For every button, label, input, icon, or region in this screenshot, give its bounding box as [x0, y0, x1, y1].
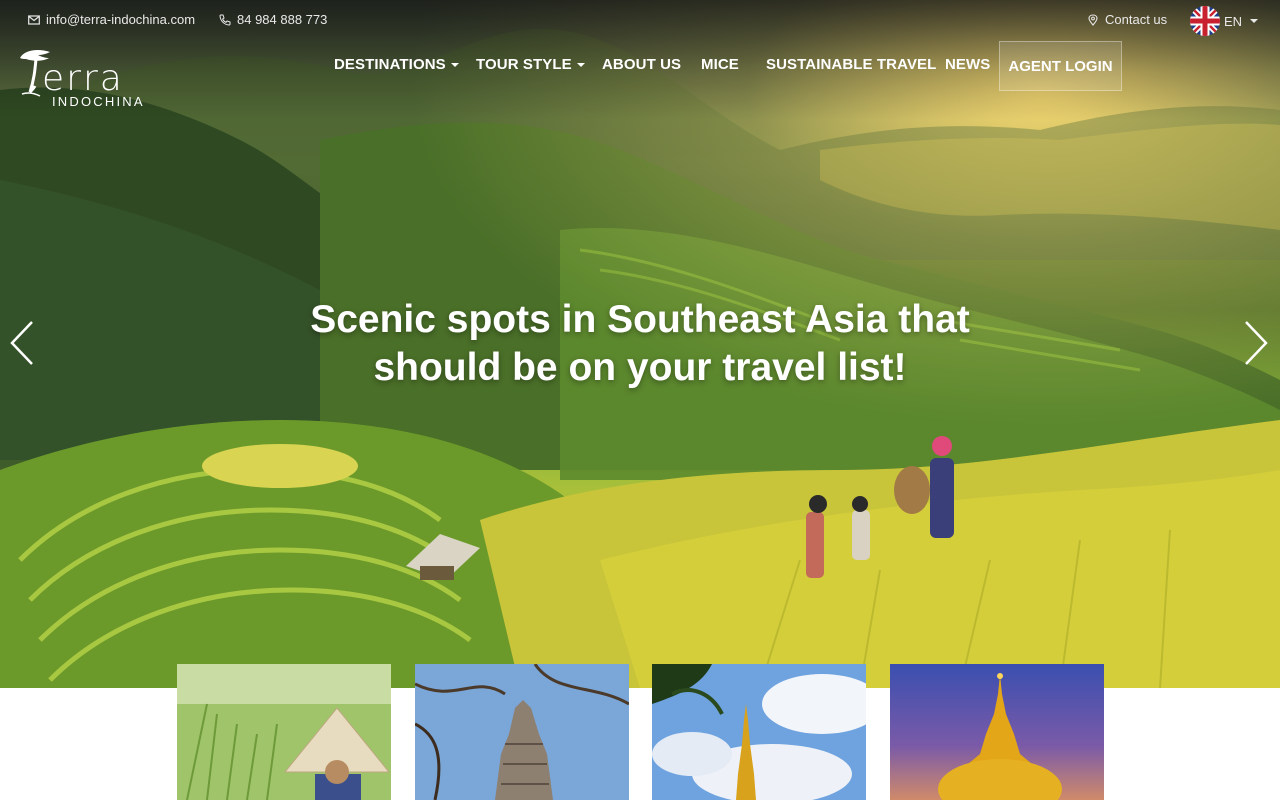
destination-card-stupa[interactable]: [652, 664, 866, 800]
location-pin-icon: [1088, 13, 1098, 26]
contact-us-link[interactable]: Contact us: [1087, 12, 1167, 27]
nav-about-us-label: ABOUT US: [602, 56, 682, 73]
nav-sustainable-travel[interactable]: SUSTAINABLE TRAVEL: [766, 56, 936, 73]
hero-headline-line2: should be on your travel list!: [373, 346, 907, 389]
nav-news[interactable]: NEWS: [945, 56, 990, 73]
language-selector[interactable]: EN: [1190, 6, 1259, 36]
phone-text: 84 984 888 773: [237, 12, 328, 27]
contact-us-text: Contact us: [1105, 12, 1168, 27]
chevron-down-icon: [576, 62, 585, 67]
agent-login-button[interactable]: AGENT LOGIN: [999, 41, 1122, 91]
rice-field-photo: [177, 664, 391, 800]
hero-banner: info@terra-indochina.com 84 984 888 773 …: [0, 0, 1280, 688]
nav-destinations-label: DESTINATIONS: [334, 56, 446, 73]
nav-destinations[interactable]: DESTINATIONS: [334, 56, 459, 73]
email-link[interactable]: info@terra-indochina.com: [28, 12, 195, 27]
temple-tower-photo: [415, 664, 629, 800]
nav-sustainable-travel-label: SUSTAINABLE TRAVEL: [766, 56, 937, 73]
brand-tagline: INDOCHINA: [52, 94, 145, 109]
hero-headline-line1: Scenic spots in Southeast Asia that: [310, 298, 970, 341]
brand-name: erra: [42, 58, 124, 99]
chevron-right-icon[interactable]: [1240, 318, 1270, 368]
email-text: info@terra-indochina.com: [46, 12, 196, 27]
nav-mice-label: MICE: [701, 56, 739, 73]
hero-headline: Scenic spots in Southeast Asia that shou…: [290, 296, 990, 392]
nav-tour-style[interactable]: TOUR STYLE: [476, 56, 585, 73]
nav-about-us[interactable]: ABOUT US: [602, 56, 681, 73]
chevron-left-icon[interactable]: [8, 318, 38, 368]
phone-link[interactable]: 84 984 888 773: [219, 12, 327, 27]
nav-tour-style-label: TOUR STYLE: [476, 56, 572, 73]
top-contact-bar: info@terra-indochina.com 84 984 888 773 …: [0, 6, 1280, 36]
nav-mice[interactable]: MICE: [701, 56, 739, 73]
phone-icon: [219, 14, 231, 26]
nav-news-label: NEWS: [945, 56, 991, 73]
language-code: EN: [1224, 13, 1243, 29]
golden-stupa-photo: [652, 664, 866, 800]
mail-icon: [28, 14, 40, 25]
chevron-down-icon: [450, 62, 459, 67]
brand-logo[interactable]: erra INDOCHINA: [16, 46, 166, 112]
destination-card-temple[interactable]: [415, 664, 629, 800]
golden-rock-pagoda-photo: [890, 664, 1104, 800]
uk-flag-icon: [1190, 6, 1220, 36]
destination-card-rice-field[interactable]: [177, 664, 391, 800]
chevron-down-icon: [1250, 19, 1259, 23]
destination-cards: [0, 664, 1280, 800]
destination-card-golden-rock[interactable]: [890, 664, 1104, 800]
